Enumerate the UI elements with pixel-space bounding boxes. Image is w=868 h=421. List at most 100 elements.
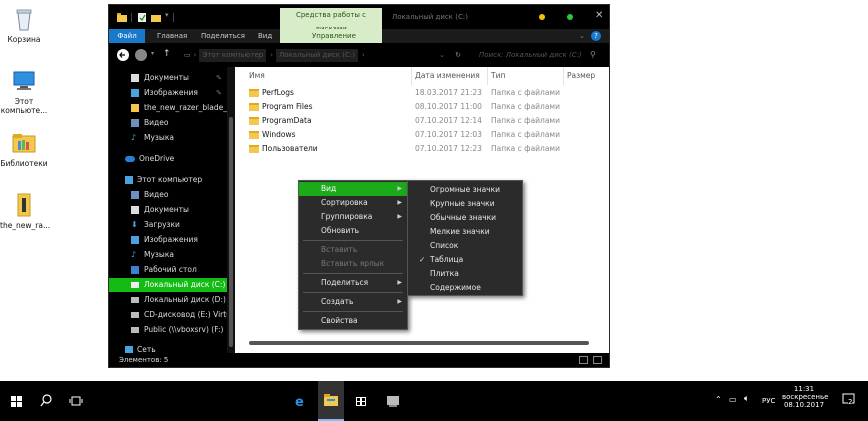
address-dropdown-icon[interactable]: ⌄ (439, 49, 445, 62)
nav-item-network-drive[interactable]: Public (\\vboxsrv) (F:) (109, 323, 227, 337)
nav-item-drive-c[interactable]: Локальный диск (C:) (109, 278, 227, 292)
view-option-medium-icons[interactable]: Обычные значки (408, 211, 522, 225)
search-input[interactable]: Поиск: Локальный диск (C:) (469, 49, 584, 62)
nav-item-music-quick[interactable]: ♪ Музыка (109, 131, 227, 145)
column-divider[interactable] (563, 67, 564, 85)
properties-icon[interactable] (138, 13, 146, 22)
submenu-arrow-icon: ▶ (397, 199, 402, 206)
start-button[interactable] (0, 381, 34, 421)
view-option-tiles[interactable]: Плитка (408, 267, 522, 281)
breadcrumb-this-pc[interactable]: Этот компьютер (199, 49, 267, 62)
view-option-details[interactable]: ✓ Таблица (408, 253, 522, 267)
nav-item-drive-d[interactable]: Локальный диск (D:) (109, 293, 227, 307)
file-row[interactable]: Пользователи 07.10.2017 12:23 Папка с фа… (235, 142, 609, 156)
submenu-arrow-icon: ▶ (397, 185, 402, 192)
nav-item-video[interactable]: Видео (109, 188, 227, 202)
view-option-content[interactable]: Содержимое (408, 281, 522, 295)
nav-item-downloads[interactable]: ⬇ Загрузки (109, 218, 227, 232)
column-divider[interactable] (411, 67, 412, 85)
file-row[interactable]: Windows 07.10.2017 12:03 Папка с файлами (235, 128, 609, 142)
pin-icon[interactable]: ✎ (216, 86, 222, 100)
scrollbar-thumb[interactable] (229, 117, 233, 347)
file-row[interactable]: ProgramData 07.10.2017 12:14 Папка с фай… (235, 114, 609, 128)
nav-item-pictures[interactable]: Изображения (109, 233, 227, 247)
column-header-size[interactable]: Размер (567, 71, 595, 80)
up-button[interactable]: ↑ (163, 49, 171, 59)
nav-item-pictures-quick[interactable]: Изображения ✎ (109, 86, 227, 100)
nav-item-onedrive[interactable]: OneDrive (109, 152, 227, 166)
menu-item-group[interactable]: Группировка ▶ (299, 210, 407, 224)
nav-item-music[interactable]: ♪ Музыка (109, 248, 227, 262)
view-option-extra-large-icons[interactable]: Огромные значки (408, 183, 522, 197)
show-hidden-icons-icon[interactable]: ⌃ (715, 395, 722, 404)
tab-file[interactable]: Файл (109, 29, 145, 43)
nav-pane-scrollbar[interactable] (227, 67, 235, 353)
title-bar[interactable]: ▾ Средства работы с дисками Локальный ди… (109, 5, 609, 33)
column-divider[interactable] (487, 67, 488, 85)
desktop-icon-recycle-bin[interactable]: Корзина (0, 6, 48, 44)
file-row[interactable]: PerfLogs 18.03.2017 21:23 Папка с файлам… (235, 86, 609, 100)
menu-item-view[interactable]: Вид ▶ (299, 182, 407, 196)
menu-item-paste[interactable]: Вставить (299, 243, 407, 257)
task-view-icon[interactable] (64, 381, 88, 421)
view-option-small-icons[interactable]: Мелкие значки (408, 225, 522, 239)
column-header-date[interactable]: Дата изменения (415, 71, 480, 80)
store-icon[interactable] (348, 381, 374, 421)
nav-item-cd-drive[interactable]: CD-дисковод (E:) Virtua (109, 308, 227, 322)
tab-home[interactable]: Главная (157, 29, 187, 43)
app-icon[interactable] (380, 381, 406, 421)
search-icon[interactable]: ⚲ (590, 50, 596, 59)
menu-item-paste-shortcut[interactable]: Вставить ярлык (299, 257, 407, 271)
nav-item-video-quick[interactable]: Видео (109, 116, 227, 130)
close-button[interactable]: ✕ (595, 10, 603, 21)
menu-item-refresh[interactable]: Обновить (299, 224, 407, 238)
column-header-name[interactable]: Имя (249, 71, 265, 80)
details-view-icon[interactable] (579, 356, 588, 364)
forward-button[interactable] (135, 49, 147, 61)
maximize-button[interactable] (567, 14, 573, 20)
nav-item-this-pc[interactable]: Этот компьютер (109, 173, 227, 187)
nav-item-documents[interactable]: Документы (109, 203, 227, 217)
network-icon[interactable]: ▭ (729, 395, 737, 404)
minimize-button[interactable] (539, 14, 545, 20)
nav-item-desktop[interactable]: Рабочий стол (109, 263, 227, 277)
address-field[interactable]: ▭ › Этот компьютер › Локальный диск (C:) › ⌄ … (184, 49, 467, 62)
language-indicator[interactable]: РУС (762, 397, 775, 405)
menu-item-label: Таблица (430, 255, 464, 264)
nav-item-folder-razer[interactable]: the_new_razer_blade_th (109, 101, 227, 115)
help-icon[interactable]: ? (591, 31, 601, 41)
tab-share[interactable]: Поделиться (201, 29, 245, 43)
search-icon[interactable] (34, 381, 58, 421)
large-icons-view-icon[interactable] (593, 356, 602, 364)
view-option-list[interactable]: Список (408, 239, 522, 253)
new-folder-icon[interactable] (151, 13, 161, 22)
menu-item-new[interactable]: Создать ▶ (299, 295, 407, 309)
breadcrumb-drive-c[interactable]: Локальный диск (C:) (276, 49, 358, 62)
desktop-icon-this-pc[interactable]: Этот компьюте... (0, 68, 48, 115)
menu-item-properties[interactable]: Свойства (299, 314, 407, 328)
menu-item-share[interactable]: Поделиться ▶ (299, 276, 407, 290)
volume-icon[interactable]: 🔈︎ (744, 394, 749, 404)
horizontal-scrollbar[interactable] (249, 341, 589, 345)
contextual-tab-drive-tools[interactable]: Средства работы с дисками (280, 8, 382, 33)
refresh-icon[interactable]: ↻ (455, 49, 461, 62)
tab-view[interactable]: Вид (258, 29, 272, 43)
action-center-icon[interactable]: 2 (842, 392, 856, 406)
menu-item-label: Обновить (321, 226, 360, 235)
nav-item-documents-quick[interactable]: Документы ✎ (109, 71, 227, 85)
expand-ribbon-icon[interactable]: ⌄ (579, 29, 585, 43)
file-row[interactable]: Program Files 08.10.2017 11:00 Папка с ф… (235, 100, 609, 114)
edge-browser-icon[interactable]: e (288, 381, 314, 421)
tab-manage[interactable]: Управление (312, 29, 356, 43)
file-explorer-taskbar-button[interactable] (318, 381, 344, 421)
view-option-large-icons[interactable]: Крупные значки (408, 197, 522, 211)
pin-icon[interactable]: ✎ (216, 71, 222, 85)
clock[interactable]: 11:31 воскресенье 08.10.2017 (782, 385, 828, 409)
recent-locations-icon[interactable]: ▾ (151, 50, 154, 57)
column-header-type[interactable]: Тип (491, 71, 505, 80)
desktop-icon-libraries[interactable]: Библиотеки (0, 130, 48, 168)
desktop-icon-shortcut-folder[interactable]: the_new_ra... (0, 192, 50, 230)
customize-toolbar-icon[interactable]: ▾ (165, 11, 169, 20)
menu-item-sort[interactable]: Сортировка ▶ (299, 196, 407, 210)
back-button[interactable] (117, 49, 129, 61)
